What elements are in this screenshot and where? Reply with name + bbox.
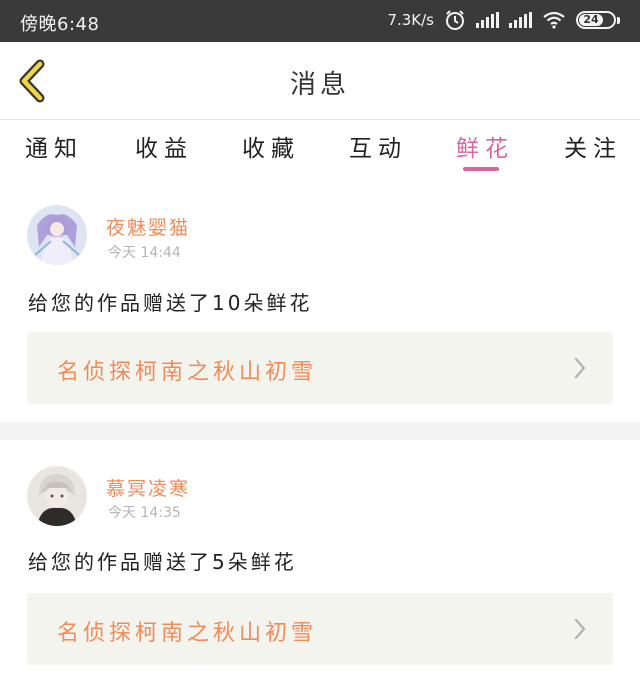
status-bar: 傍晚6:48 7.3K/s 24 [0,0,640,42]
battery-icon: 24 [576,11,620,29]
tab-favorites[interactable]: 收藏 [231,129,311,163]
signal-icon-2 [509,12,532,28]
work-link[interactable]: 名侦探柯南之秋山初雪 [27,332,613,404]
battery-level: 24 [579,14,603,26]
tab-interaction[interactable]: 互动 [338,129,418,163]
tab-follow[interactable]: 关注 [553,129,633,163]
alarm-icon [446,10,464,30]
section-divider [0,422,640,440]
wifi-icon [543,11,565,29]
work-title: 名侦探柯南之秋山初雪 [57,360,318,385]
tab-earnings[interactable]: 收益 [124,129,204,163]
message-time: 今天 14:44 [108,245,181,261]
work-link[interactable]: 名侦探柯南之秋山初雪 [27,593,613,665]
message-card: 慕冥凌寒 今天 14:35 给您的作品赠送了5朵鲜花 名侦探柯南之秋山初雪 [0,440,640,685]
status-icons: 7.3K/s 24 [387,9,620,31]
message-time: 今天 14:35 [108,505,181,521]
active-tab-indicator [463,167,499,171]
avatar[interactable] [27,205,87,265]
message-card: 夜魅婴猫 今天 14:44 给您的作品赠送了10朵鲜花 名侦探柯南之秋山初雪 [0,180,640,422]
work-title: 名侦探柯南之秋山初雪 [57,621,318,646]
sender-name[interactable]: 夜魅婴猫 [106,213,190,240]
tab-flowers[interactable]: 鲜花 [445,129,525,163]
network-speed: 7.3K/s [387,11,434,29]
chevron-right-icon [574,357,586,379]
sender-name[interactable]: 慕冥凌寒 [106,474,190,501]
nav-bar: 消息 [0,42,640,120]
tab-notice[interactable]: 通知 [14,129,94,163]
chevron-right-icon [574,618,586,640]
avatar[interactable] [27,466,87,526]
message-text: 给您的作品赠送了5朵鲜花 [28,550,297,574]
signal-icon [476,12,499,28]
page-title: 消息 [289,70,350,100]
message-text: 给您的作品赠送了10朵鲜花 [28,291,313,315]
tab-bar: 通知 收益 收藏 互动 鲜花 关注 [0,121,640,179]
status-time: 傍晚6:48 [20,14,100,35]
